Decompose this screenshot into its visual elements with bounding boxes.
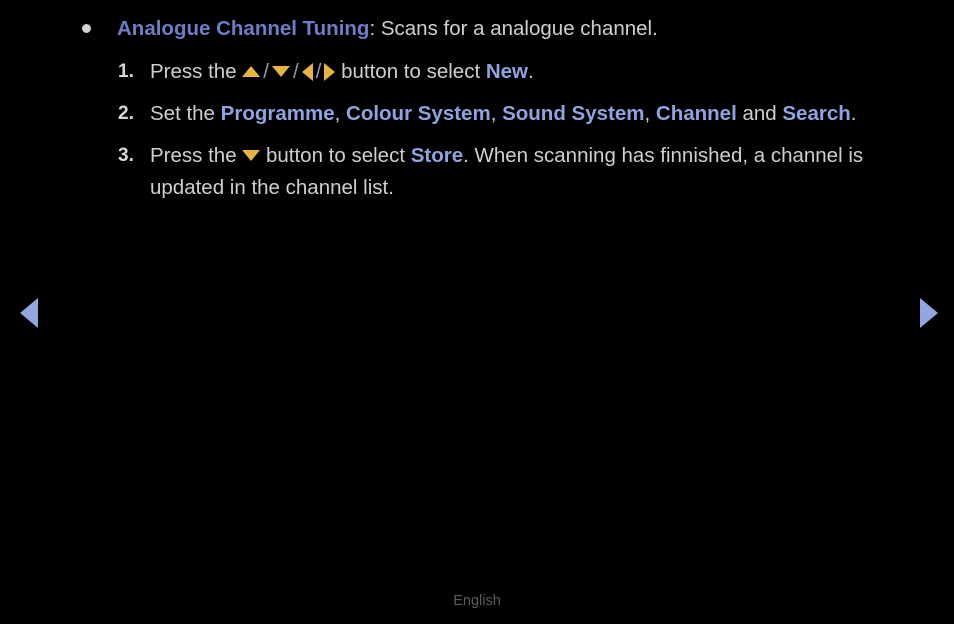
step-text-part: .: [850, 102, 857, 125]
emanual-page: Analogue Channel Tuning: Scans for a ana…: [0, 0, 954, 624]
icon-separator: /: [263, 60, 269, 83]
step-text-part: and: [736, 102, 783, 125]
step-text-part: Set the: [150, 102, 221, 125]
step-text-part: .: [528, 60, 534, 83]
menu-keyword-store: Store: [410, 144, 464, 167]
triangle-right-icon: [324, 62, 336, 81]
triangle-left-icon: [20, 298, 38, 328]
step-text: Press the / / / button to select New.: [150, 56, 878, 88]
next-page-button[interactable]: [912, 296, 946, 330]
step-text: Press the button to select Store. When s…: [150, 140, 878, 204]
icon-separator: /: [315, 60, 322, 83]
step-text-part: button to select: [260, 144, 411, 167]
step-list: 1. Press the / / / button to select New. 2…: [118, 56, 878, 214]
triangle-up-icon: [242, 66, 261, 78]
bullet-item: Analogue Channel Tuning: Scans for a ana…: [82, 14, 912, 44]
menu-keyword-colour-system: Colour System: [346, 102, 491, 125]
step-text: Set the Programme, Colour System, Sound …: [150, 98, 878, 130]
step-text-part: ,: [334, 102, 347, 125]
menu-keyword-new: New: [485, 60, 528, 83]
step-text-part: Press the: [150, 144, 243, 167]
bullet-text: Analogue Channel Tuning: Scans for a ana…: [117, 14, 658, 44]
menu-keyword-sound-system: Sound System: [502, 102, 645, 125]
step-text-part: ,: [490, 102, 503, 125]
feature-term: Analogue Channel Tuning: [117, 17, 370, 40]
feature-description: Scans for a analogue channel.: [380, 17, 658, 40]
icon-separator: /: [293, 60, 299, 83]
step-text-part: Press the: [150, 60, 243, 83]
list-item: 3. Press the button to select Store. Whe…: [118, 140, 878, 204]
step-text-part: ,: [644, 102, 656, 125]
step-number: 2.: [118, 103, 134, 124]
menu-keyword-programme: Programme: [220, 102, 335, 125]
step-number: 3.: [118, 145, 134, 166]
language-label[interactable]: English: [0, 593, 954, 609]
list-item: 1. Press the / / / button to select New.: [118, 56, 878, 88]
menu-keyword-search: Search: [782, 102, 851, 125]
previous-page-button[interactable]: [12, 296, 46, 330]
list-item: 2. Set the Programme, Colour System, Sou…: [118, 98, 878, 130]
triangle-left-icon: [301, 62, 313, 81]
triangle-down-icon: [272, 66, 290, 78]
step-text-part: button to select: [335, 60, 486, 83]
step-number: 1.: [118, 61, 134, 82]
bullet-dot-icon: [82, 24, 91, 33]
triangle-down-icon: [242, 150, 261, 162]
triangle-right-icon: [920, 298, 938, 328]
bullet-separator: :: [369, 17, 381, 40]
menu-keyword-channel: Channel: [655, 102, 737, 125]
